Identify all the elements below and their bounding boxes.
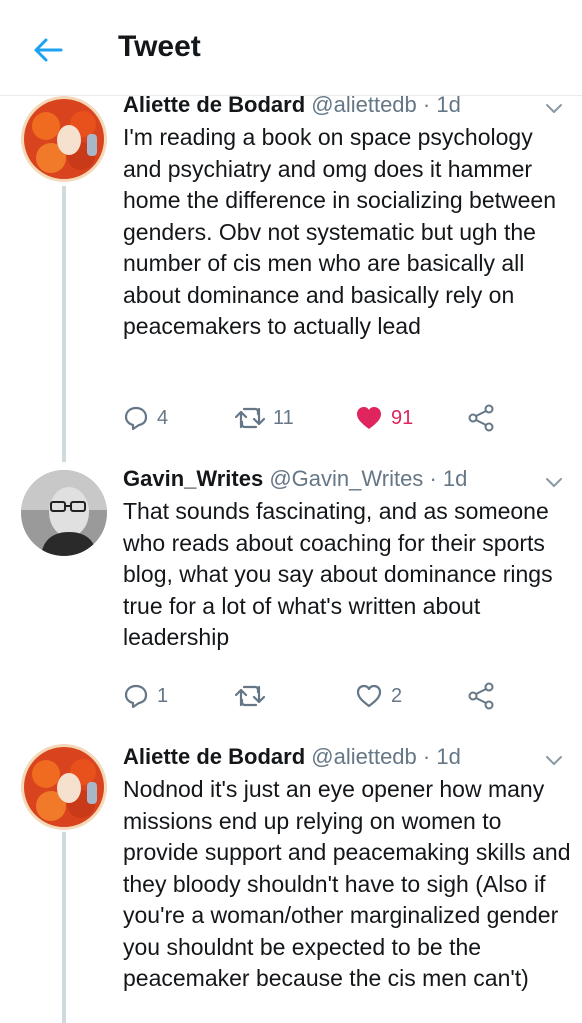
reply-button[interactable]: 1 (123, 680, 168, 712)
separator: · (429, 466, 437, 491)
timestamp[interactable]: 1d (436, 92, 460, 117)
display-name[interactable]: Aliette de Bodard (123, 744, 305, 769)
retweet-count: 11 (273, 406, 294, 429)
like-count: 2 (391, 684, 403, 707)
like-count: 91 (391, 406, 414, 429)
avatar-photo (21, 470, 107, 556)
thread-line (62, 832, 66, 1023)
avatar[interactable] (21, 96, 107, 182)
retweet-button[interactable] (235, 680, 265, 712)
timestamp[interactable]: 1d (443, 466, 467, 491)
tweet-text: That sounds fascinating, and as someone … (123, 498, 553, 650)
timestamp[interactable]: 1d (436, 744, 460, 769)
tweet-actions: 4 11 91 (123, 402, 563, 434)
chevron-down-icon[interactable] (543, 749, 565, 771)
tweet-actions: 1 2 (123, 680, 563, 712)
tweet-header: Aliette de Bodard @aliettedb · 1d (123, 92, 522, 118)
retweet-icon (235, 685, 265, 707)
app-header: Tweet (0, 0, 582, 96)
reply-count: 4 (157, 406, 169, 429)
retweet-icon (235, 407, 265, 429)
reply-icon (124, 684, 148, 709)
tweet-header: Gavin_Writes @Gavin_Writes · 1d (123, 466, 522, 492)
username[interactable]: @aliettedb (311, 744, 417, 769)
share-button[interactable] (467, 680, 495, 712)
tweet-text: Nodnod it's just an eye opener how many … (123, 776, 571, 991)
share-icon (468, 682, 494, 710)
separator: · (422, 92, 431, 117)
tweet-header: Aliette de Bodard @aliettedb · 1d (123, 744, 522, 770)
back-arrow-icon (34, 38, 63, 62)
thread-line (62, 186, 66, 462)
chevron-down-icon[interactable] (543, 471, 565, 493)
avatar-illustration (21, 744, 107, 830)
reply-count: 1 (157, 684, 169, 707)
like-button[interactable]: 91 (355, 402, 413, 434)
reply-button[interactable]: 4 (123, 402, 168, 434)
retweet-button[interactable]: 11 (235, 402, 294, 434)
display-name[interactable]: Gavin_Writes (123, 466, 263, 491)
display-name[interactable]: Aliette de Bodard (123, 92, 305, 117)
like-button[interactable]: 2 (355, 680, 402, 712)
avatar-illustration (21, 96, 107, 182)
tweet-text: I'm reading a book on space psychology a… (123, 124, 557, 339)
avatar[interactable] (21, 744, 107, 830)
avatar[interactable] (21, 470, 107, 556)
share-button[interactable] (467, 402, 495, 434)
page-title: Tweet (118, 30, 201, 63)
back-button[interactable] (28, 30, 68, 70)
share-icon (468, 404, 494, 432)
heart-outline-icon (356, 684, 382, 708)
separator: · (422, 744, 431, 769)
heart-filled-icon (357, 407, 381, 429)
chevron-down-icon[interactable] (543, 97, 565, 119)
reply-icon (124, 406, 148, 431)
username[interactable]: @aliettedb (311, 92, 417, 117)
username[interactable]: @Gavin_Writes (269, 466, 423, 491)
